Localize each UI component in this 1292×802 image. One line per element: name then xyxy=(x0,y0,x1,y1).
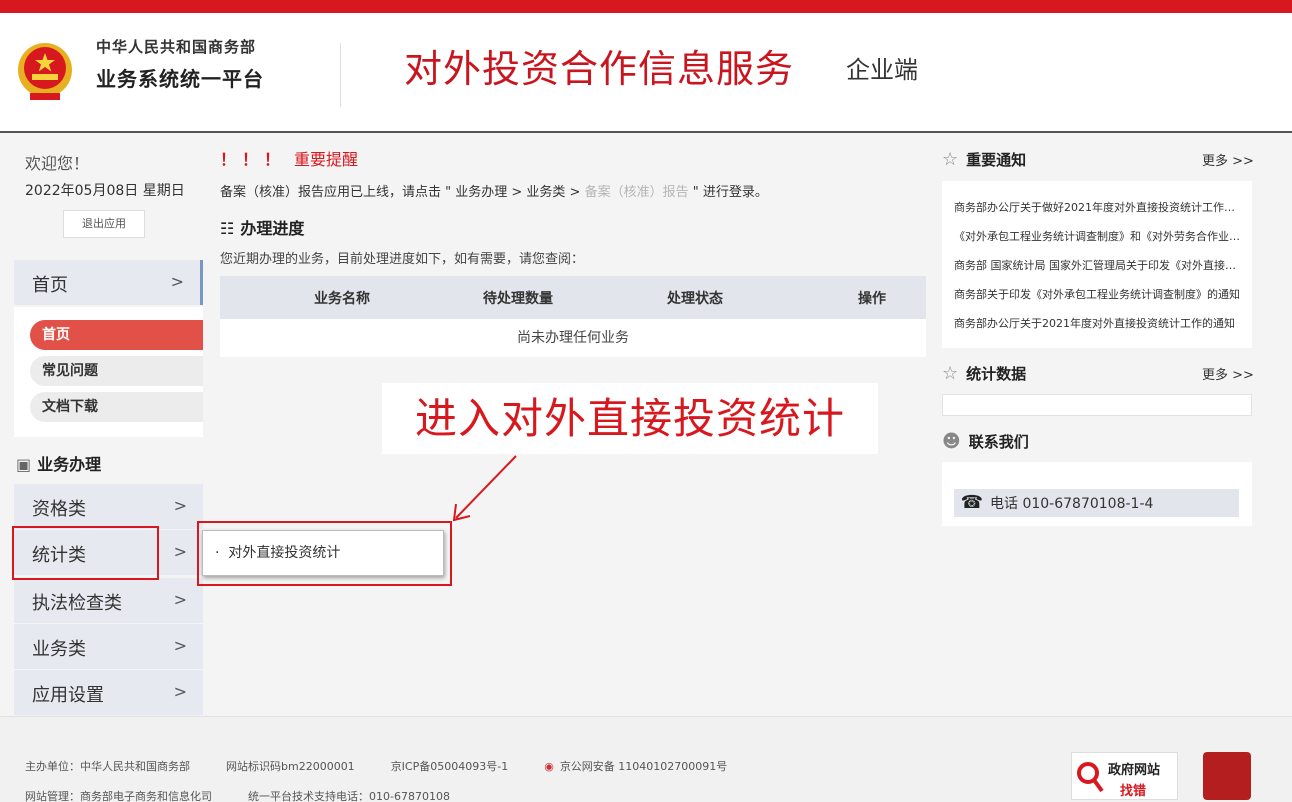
sidebar-item-business[interactable]: 业务类 > xyxy=(14,624,203,669)
stats-panel xyxy=(942,394,1252,416)
stats-header: ☆ 统计数据 xyxy=(942,363,1026,384)
page-title: 对外投资合作信息服务 xyxy=(404,47,795,91)
police-badge-icon: ◉ xyxy=(544,760,554,773)
phone-number: 电话 010-67870108-1-4 xyxy=(990,496,1154,512)
footer-sponsor: 主办单位：中华人民共和国商务部 xyxy=(25,760,190,773)
header: 中华人民共和国商务部 业务系统统一平台 对外投资合作信息服务 企业端 xyxy=(0,13,1292,133)
notices-header: ☆ 重要通知 xyxy=(942,149,1026,170)
notice-text-pre: 备案（核准）报告应用已上线，请点击 " 业务办理 > 业务类 > xyxy=(220,185,585,200)
gov-site-error-badge[interactable]: 政府网站 找错 xyxy=(1071,752,1178,800)
annotation-arrow-icon xyxy=(452,455,517,522)
footer-support-phone: 统一平台技术支持电话：010-67870108 xyxy=(248,790,450,802)
submenu-item-faq[interactable]: 常见问题 xyxy=(30,356,203,386)
sidebar-item-label: 首页 xyxy=(32,275,68,296)
notices-title: 重要通知 xyxy=(966,151,1027,169)
sidebar-item-label: 执法检查类 xyxy=(32,593,122,614)
chevron-right-icon: > xyxy=(173,682,187,701)
footer-icp[interactable]: 京ICP备05004093号-1 xyxy=(391,760,509,773)
submenu-item-downloads[interactable]: 文档下载 xyxy=(30,392,203,422)
stats-title: 统计数据 xyxy=(966,365,1027,383)
column-header: 处理状态 xyxy=(667,291,723,307)
header-divider xyxy=(340,43,341,107)
chevron-right-icon: > xyxy=(173,496,187,515)
footer-site-id: 网站标识码bm22000001 xyxy=(226,760,355,773)
current-date: 2022年05月08日 星期日 xyxy=(25,183,185,199)
telephone-icon: ☎ xyxy=(960,492,984,513)
progress-description: 您近期办理的业务，目前处理进度如下，如有需要，请您查阅： xyxy=(220,252,585,267)
contact-header: ☻ 联系我们 xyxy=(942,431,1029,452)
footer-line-1: 主办单位：中华人民共和国商务部 网站标识码bm22000001 京ICP备05004… xyxy=(25,758,763,774)
page-subtitle: 企业端 xyxy=(846,56,918,84)
notices-more-link[interactable]: 更多 >> xyxy=(1202,150,1254,169)
chevron-right-icon: > xyxy=(170,272,184,291)
notice-link[interactable]: 《对外承包工程业务统计调查制度》和《对外劳务合作业务统计调查制度》 xyxy=(954,228,1240,244)
submenu-item-home[interactable]: 首页 xyxy=(30,320,203,350)
highlight-box-dropdown xyxy=(197,521,452,586)
sidebar-item-qualification[interactable]: 资格类 > xyxy=(14,484,203,529)
org-name-line2: 业务系统统一平台 xyxy=(96,67,264,91)
alert-title-text: 重要提醒 xyxy=(294,150,359,169)
contact-title: 联系我们 xyxy=(968,433,1029,451)
party-emblem-icon[interactable] xyxy=(1203,752,1251,800)
notice-link[interactable]: 备案（核准）报告 xyxy=(585,185,689,200)
biz-section-header: ▣ 业务办理 xyxy=(16,451,101,475)
footer-admin: 网站管理：商务部电子商务和信息化司 xyxy=(25,790,212,802)
sidebar-item-label: 业务类 xyxy=(32,639,86,660)
gov-badge-subtext: 找错 xyxy=(1120,784,1147,799)
monitor-icon: ▣ xyxy=(16,455,32,474)
gov-badge-text: 政府网站 xyxy=(1108,763,1161,778)
progress-table-empty-row: 尚未办理任何业务 xyxy=(220,319,926,357)
sidebar-item-label: 资格类 xyxy=(32,499,86,520)
alert-exclaim: ！！！ xyxy=(220,150,287,169)
star-icon: ☆ xyxy=(942,149,959,170)
org-chart-icon: ☷ xyxy=(220,219,235,238)
phone-row: ☎ 电话 010-67870108-1-4 xyxy=(954,489,1239,517)
alert-title: ！！！ 重要提醒 xyxy=(220,146,358,170)
org-name-line1: 中华人民共和国商务部 xyxy=(96,38,257,56)
top-red-bar xyxy=(0,0,1292,13)
footer-line-2: 网站管理：商务部电子商务和信息化司 统一平台技术支持电话：010-67870108 xyxy=(25,788,486,802)
annotation-callout: 进入对外直接投资统计 xyxy=(382,383,878,454)
column-header: 待处理数量 xyxy=(483,291,553,307)
person-icon: ☻ xyxy=(942,431,961,452)
magnifier-icon xyxy=(1077,762,1104,793)
column-header: 操作 xyxy=(858,291,886,307)
star-icon: ☆ xyxy=(942,363,959,384)
sidebar-item-app-settings[interactable]: 应用设置 > xyxy=(14,670,203,715)
sidebar-item-home[interactable]: 首页 > xyxy=(14,260,203,305)
biz-section-label: 业务办理 xyxy=(37,455,102,474)
chevron-right-icon: > xyxy=(173,636,187,655)
progress-title-text: 办理进度 xyxy=(240,219,305,238)
notice-link[interactable]: 商务部办公厅关于2021年度对外直接投资统计工作的通知 xyxy=(954,315,1240,331)
welcome-text: 欢迎您！ xyxy=(25,154,90,173)
chevron-right-icon: > xyxy=(173,542,187,561)
national-emblem-icon xyxy=(18,43,72,100)
highlight-box-statistics xyxy=(12,526,159,580)
progress-title: ☷ 办理进度 xyxy=(220,215,304,239)
stats-more-link[interactable]: 更多 >> xyxy=(1202,364,1254,383)
notice-text: 备案（核准）报告应用已上线，请点击 " 业务办理 > 业务类 > 备案（核准）报… xyxy=(220,181,768,200)
sidebar-item-inspection[interactable]: 执法检查类 > xyxy=(14,578,203,623)
column-header: 业务名称 xyxy=(314,291,370,307)
progress-table-header: 业务名称 待处理数量 处理状态 操作 xyxy=(220,276,926,319)
footer-police[interactable]: 京公网安备 11040102700091号 xyxy=(560,760,727,773)
logout-button[interactable]: 退出应用 xyxy=(63,210,145,238)
notice-text-post: " 进行登录。 xyxy=(688,185,768,200)
chevron-right-icon: > xyxy=(173,590,187,609)
sidebar-item-label: 应用设置 xyxy=(32,685,104,706)
notice-link[interactable]: 商务部关于印发《对外承包工程业务统计调查制度》的通知 xyxy=(954,286,1240,302)
notice-link[interactable]: 商务部 国家统计局 国家外汇管理局关于印发《对外直接投资统计制度》的通知 xyxy=(954,257,1240,273)
notice-link[interactable]: 商务部办公厅关于做好2021年度对外直接投资统计工作的通知 xyxy=(954,199,1240,215)
